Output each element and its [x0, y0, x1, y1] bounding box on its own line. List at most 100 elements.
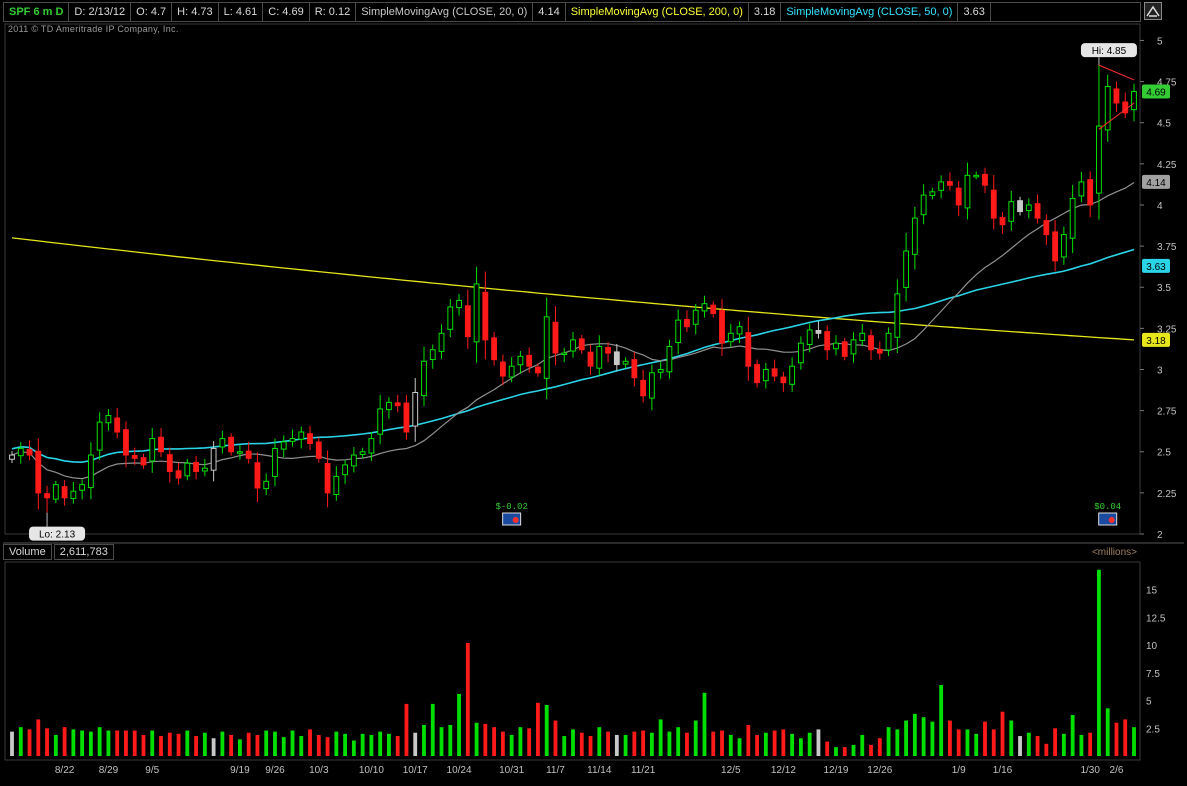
volume-bar [194, 736, 198, 756]
volume-bar [299, 736, 304, 756]
candle-body [140, 457, 147, 466]
candle-body [394, 402, 401, 407]
candle-body [52, 484, 59, 500]
price-tick-label: 3 [1157, 365, 1163, 376]
candle-body [9, 454, 15, 460]
date-tick-label: 1/30 [1080, 765, 1100, 776]
candle-body [561, 352, 568, 356]
candle-body [26, 448, 33, 456]
date-tick-label: 10/10 [359, 765, 384, 776]
candle-body [719, 310, 725, 344]
candle-body [973, 174, 980, 178]
volume-bar [1061, 733, 1066, 756]
candle-body [955, 187, 962, 206]
sma20-study-value: 4.14 [533, 3, 566, 21]
volume-bar [518, 727, 523, 756]
low-annotation-text: Lo: 2.13 [39, 530, 76, 541]
candle-body [964, 174, 971, 209]
volume-label[interactable]: Volume [3, 544, 52, 560]
volume-header-bar: Volume 2,611,783 [3, 544, 1139, 560]
volume-bar [842, 747, 847, 756]
volume-bar [720, 730, 724, 756]
date-tick-label: 12/26 [867, 765, 892, 776]
date-tick-label: 12/5 [721, 765, 741, 776]
volume-bar [395, 736, 400, 756]
candle-body [999, 216, 1006, 226]
candle-body [386, 401, 392, 411]
price-volume-chart[interactable]: 22.252.52.7533.253.53.7544.254.54.7552.5… [0, 0, 1187, 786]
high-annotation-text: Hi: 4.85 [1092, 46, 1127, 57]
candle-body [675, 319, 682, 344]
volume-tick-label: 7.5 [1146, 669, 1160, 680]
volume-bar [141, 734, 146, 756]
candle-body [745, 332, 752, 367]
date-tick-label: 10/24 [447, 765, 472, 776]
candle-body [1087, 179, 1094, 206]
volume-bar [413, 732, 418, 756]
date-tick-label: 10/17 [403, 765, 428, 776]
candle-body [868, 335, 874, 351]
candle-body [298, 431, 305, 440]
candle-body [315, 441, 322, 459]
candle-body [903, 250, 910, 288]
price-tick-label: 5 [1157, 36, 1163, 47]
candle-body [552, 321, 559, 354]
volume-bar [597, 727, 602, 756]
volume-tick-label: 5 [1146, 697, 1152, 708]
volume-bar [500, 731, 505, 756]
candle-body [771, 368, 778, 377]
price-tick-label: 2.5 [1157, 448, 1171, 459]
candle-body [245, 450, 252, 459]
volume-bar [351, 740, 356, 756]
volume-bar [202, 732, 207, 756]
candle-body [797, 342, 804, 364]
volume-bar [1088, 732, 1093, 756]
date-tick-label: 1/16 [993, 765, 1013, 776]
volume-bar [430, 703, 435, 756]
volume-bar [1044, 743, 1049, 756]
sma50-study-label[interactable]: SimpleMovingAvg (CLOSE, 50, 0) [781, 3, 959, 21]
volume-bar [1053, 728, 1058, 756]
volume-bar [974, 733, 979, 756]
candle-body [710, 304, 717, 315]
candle-body [535, 366, 541, 374]
price-tick-label: 4.25 [1157, 160, 1177, 171]
volume-bar [457, 693, 461, 756]
sma200-study-label[interactable]: SimpleMovingAvg (CLOSE, 200, 0) [566, 3, 749, 21]
candle-body [526, 354, 533, 367]
candle-body [762, 368, 769, 382]
candle-body [491, 337, 498, 361]
volume-bar [36, 719, 41, 756]
candle-body [499, 361, 506, 377]
symbol-label[interactable]: SPF 6 m D [4, 3, 70, 21]
volume-bar [159, 736, 163, 756]
date-tick-label: 8/22 [55, 765, 75, 776]
candle-body [175, 470, 182, 479]
volume-bar [798, 738, 803, 756]
volume-tick-label: 15 [1146, 586, 1158, 597]
volume-bar [965, 729, 970, 756]
candle-body [587, 351, 594, 367]
sma50-study-value: 3.63 [958, 3, 991, 21]
sma20-study-label[interactable]: SimpleMovingAvg (CLOSE, 20, 0) [356, 3, 534, 21]
candle-body [228, 436, 235, 453]
volume-bar [378, 731, 383, 756]
volume-bar [1114, 722, 1119, 756]
volume-bar [1132, 727, 1136, 756]
candle-body [894, 293, 901, 338]
candle-body [1043, 220, 1050, 236]
volume-bar [369, 734, 374, 756]
volume-bar [746, 724, 751, 756]
volume-bar [860, 734, 865, 756]
sma200-study-value: 3.18 [749, 3, 782, 21]
volume-bar [211, 738, 216, 756]
volume-bar [711, 731, 716, 756]
volume-bar [632, 731, 637, 756]
candle-body [333, 475, 340, 496]
candle-body [613, 351, 620, 366]
candle-body [307, 433, 313, 445]
sma20-price-tag-text: 4.14 [1146, 178, 1166, 189]
maximize-icon[interactable] [1144, 2, 1162, 20]
candle-body [96, 421, 103, 451]
candle-body [631, 359, 638, 379]
